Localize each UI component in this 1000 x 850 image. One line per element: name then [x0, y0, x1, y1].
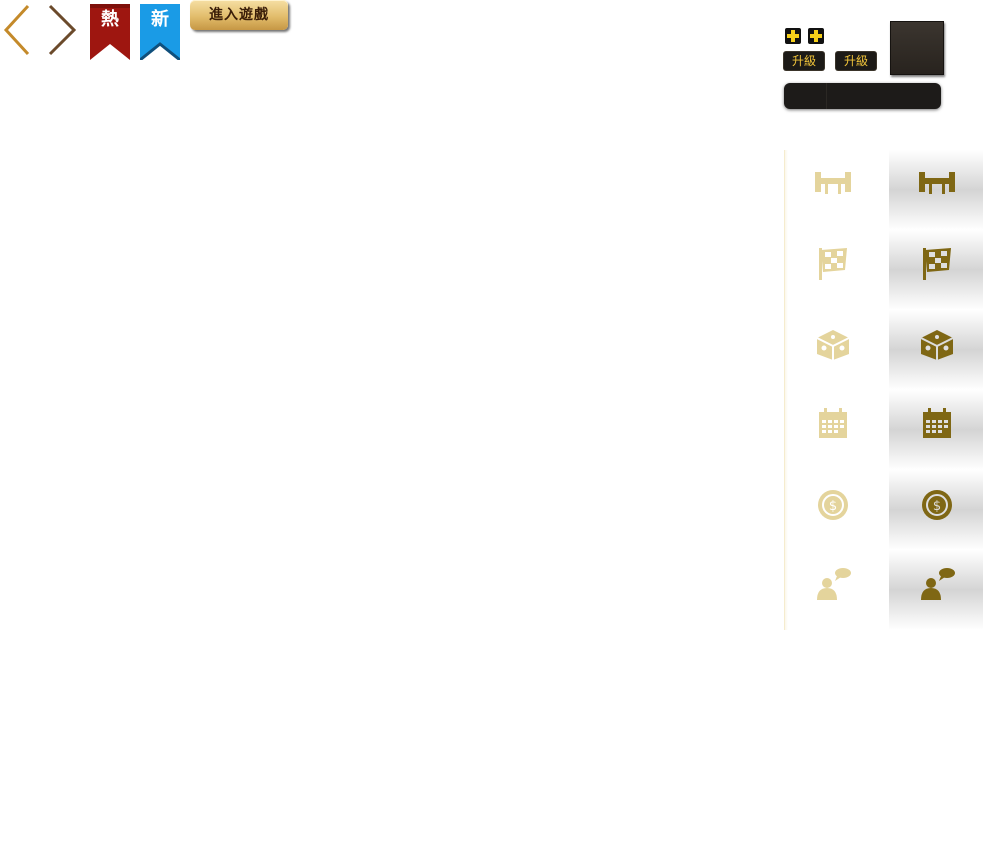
checkered-flag-icon: [819, 248, 847, 280]
menu-item-racing[interactable]: [784, 230, 983, 310]
table-chairs-icon: [919, 172, 955, 194]
calendar-icon: [923, 408, 951, 438]
dollar-coin-icon: $: [922, 490, 952, 520]
calendar-icon: [819, 408, 847, 438]
menu-cell-dark: [889, 310, 983, 390]
hot-ribbon-label: 熱: [101, 9, 119, 30]
dice-icon: [920, 330, 954, 360]
menu-cell-dark: $: [889, 470, 983, 550]
menu-cell-dark: [889, 550, 983, 630]
prev-arrow-button[interactable]: [2, 2, 38, 58]
menu-item-dice[interactable]: [784, 310, 983, 390]
table-chairs-icon: [815, 172, 851, 194]
side-menu: $ $: [784, 150, 983, 632]
next-arrow-button[interactable]: [44, 2, 80, 58]
svg-text:$: $: [829, 499, 837, 514]
menu-cell-light: [784, 310, 888, 390]
chevron-right-icon: [48, 4, 77, 56]
menu-cell-light: [784, 150, 888, 230]
dollar-coin-icon: $: [818, 490, 848, 520]
upgrade-button[interactable]: 升級: [784, 52, 824, 70]
checkered-flag-icon: [923, 248, 951, 280]
menu-cell-light: [784, 230, 888, 310]
menu-cell-dark: [889, 390, 983, 470]
menu-cell-dark: [889, 230, 983, 310]
enter-game-button[interactable]: 進入遊戲: [190, 0, 288, 30]
upgrade-button[interactable]: 升級: [836, 52, 876, 70]
avatar[interactable]: [890, 21, 944, 75]
add-plus-icon[interactable]: [785, 28, 801, 44]
chat-person-icon: [817, 568, 851, 600]
new-ribbon-badge: 新: [139, 4, 181, 62]
menu-cell-light: $: [784, 470, 888, 550]
add-plus-icon[interactable]: [808, 28, 824, 44]
menu-cell-dark: [889, 150, 983, 230]
menu-cell-light: [784, 550, 888, 630]
chevron-left-icon: [3, 4, 30, 56]
menu-item-calendar[interactable]: [784, 390, 983, 470]
svg-text:$: $: [933, 499, 941, 514]
menu-item-support[interactable]: [784, 550, 983, 630]
dice-icon: [816, 330, 850, 360]
chat-person-icon: [921, 568, 955, 600]
hot-ribbon-badge: 熱: [90, 4, 130, 60]
menu-cell-light: [784, 390, 888, 470]
menu-item-tables[interactable]: [784, 150, 983, 230]
new-ribbon-label: 新: [151, 9, 169, 30]
status-bar: [784, 83, 941, 109]
menu-item-coins[interactable]: $ $: [784, 470, 983, 550]
